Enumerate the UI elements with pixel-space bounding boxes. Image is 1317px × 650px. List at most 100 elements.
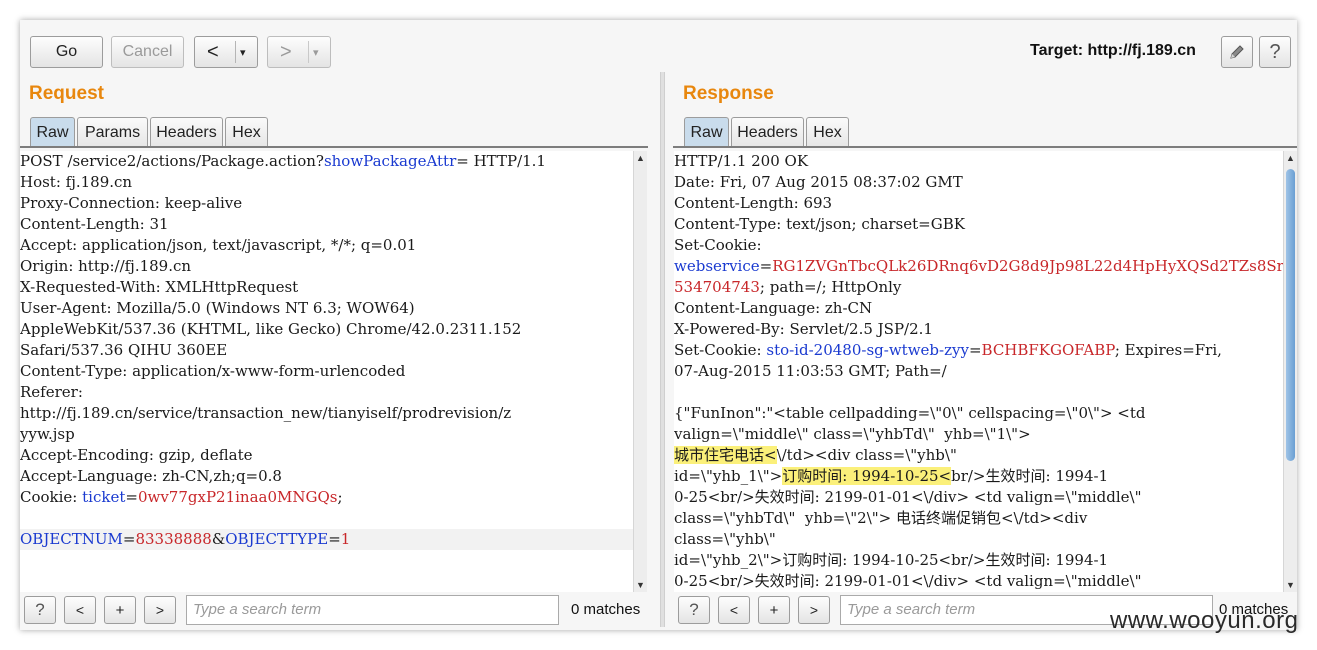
scroll-up-icon[interactable]: ▲ [634,151,647,165]
request-token: POST /service2/actions/Package.action? [20,152,324,170]
response-tab-raw[interactable]: Raw [684,117,729,147]
response-title: Response [683,83,774,104]
go-button[interactable]: Go [30,36,103,68]
request-token: Origin: http://fj.189.cn [20,257,192,275]
edit-target-button[interactable] [1221,36,1253,68]
request-search-input[interactable]: Type a search term [186,595,559,625]
response-token: class=\"yhb\" [674,530,776,548]
request-tab-params[interactable]: Params [77,117,148,147]
request-token: = [328,530,341,548]
burp-repeater-window: Go Cancel < ▾ > ▾ Target: http://fj.189.… [20,20,1297,630]
response-line: HTTP/1.1 200 OK [674,151,1283,172]
response-line: id=\"yhb_1\">订购时间: 1994-10-25<br/>生效时间: … [674,466,1283,487]
response-search-help-button[interactable]: ? [678,596,710,624]
request-token: 0wv77gxP21inaa0MNGQs [137,488,338,506]
response-line: 0-25<br/>失效时间: 2199-01-01<\/div> <td val… [674,571,1283,592]
response-token: sto-id-20480-sg-wtweb-zyy [766,341,969,359]
previous-icon: < [729,602,739,618]
response-editor[interactable]: HTTP/1.1 200 OK Date: Fri, 07 Aug 2015 08… [674,151,1283,592]
request-line: yyw.jsp [20,424,633,445]
response-token: = [968,341,982,359]
forward-dropdown-icon[interactable]: ▾ [313,46,319,59]
response-token: 534704743 [674,278,760,296]
response-line: Set-Cookie: [674,235,1283,256]
request-search-prev-button[interactable]: < [64,596,96,624]
back-arrow-icon: < [207,40,219,63]
request-line: Origin: http://fj.189.cn [20,256,633,277]
request-token: ticket [82,488,126,506]
request-token: Referer: [20,383,83,401]
response-scrollbar[interactable]: ▲ ▼ [1283,151,1297,592]
response-token: X-Powered-By: Servlet/2.5 JSP/2.1 [674,320,933,338]
help-icon: ? [689,600,699,619]
response-token: ; path=/; HttpOnly [759,278,902,296]
scroll-thumb[interactable] [1286,169,1295,461]
response-token: {"FunInon":"<table cellpadding=\"0\" cel… [674,404,1146,422]
response-line: valign=\"middle\" class=\"yhbTd\" yhb=\"… [674,424,1283,445]
plus-icon: + [769,601,779,619]
scroll-down-icon[interactable]: ▼ [634,578,647,592]
request-line: Proxy-Connection: keep-alive [20,193,633,214]
request-line: Cookie: ticket=0wv77gxP21inaa0MNGQs; [20,487,633,508]
response-line: Content-Type: text/json; charset=GBK [674,214,1283,235]
response-line: Content-Language: zh-CN [674,298,1283,319]
request-token: = [122,530,136,548]
response-token: id=\"yhb_2\">订购时间: 1994-10-25<br/>生效时间: … [674,551,1109,569]
scroll-up-icon[interactable]: ▲ [1284,151,1297,165]
request-token: Safari/537.36 QIHU 360EE [20,341,228,359]
response-token: class=\"yhbTd\" yhb=\"2\"> 电话终端促销包<\/td>… [674,509,1088,527]
response-line: class=\"yhbTd\" yhb=\"2\"> 电话终端促销包<\/td>… [674,508,1283,529]
response-token: RG1ZVGnTbcQLk26DRnq6vD2G8d9Jp98L22d4HpHy… [772,257,1283,275]
back-dropdown-icon[interactable]: ▾ [240,46,246,59]
response-token: Date: Fri, 07 Aug 2015 08:37:02 GMT [674,173,963,191]
scroll-down-icon[interactable]: ▼ [1284,578,1297,592]
response-token: valign=\"middle\" class=\"yhbTd\" yhb=\"… [674,425,1031,443]
request-scrollbar[interactable]: ▲ ▼ [633,151,647,592]
request-tab-hex[interactable]: Hex [225,117,268,147]
response-token: br/>生效时间: 1994-1 [951,467,1109,485]
response-search-add-button[interactable]: + [758,596,790,624]
response-token: Set-Cookie: [674,236,762,254]
request-token: AppleWebKit/537.36 (KHTML, like Gecko) C… [20,320,522,338]
response-line: id=\"yhb_2\">订购时间: 1994-10-25<br/>生效时间: … [674,550,1283,571]
request-token: = [125,488,138,506]
forward-button[interactable]: > ▾ [267,36,331,68]
request-token: Accept-Encoding: gzip, deflate [20,446,253,464]
response-token: id=\"yhb_1\"> [674,467,783,485]
response-token: ; Expires=Fri, [1114,341,1222,359]
response-token: BCHBFKGOFABP [981,341,1115,359]
response-token: 0-25<br/>失效时间: 2199-01-01<\/div> <td val… [674,488,1142,506]
response-tab-hex[interactable]: Hex [806,117,849,147]
response-search-prev-button[interactable]: < [718,596,750,624]
request-line: Safari/537.36 QIHU 360EE [20,340,633,361]
request-tab-raw[interactable]: Raw [30,117,75,147]
request-token: ; [337,488,343,506]
request-line: Accept-Language: zh-CN,zh;q=0.8 [20,466,633,487]
cancel-button[interactable]: Cancel [111,36,184,68]
split-pane-divider[interactable] [660,72,665,627]
request-line: User-Agent: Mozilla/5.0 (Windows NT 6.3;… [20,298,633,319]
request-token: & [211,530,226,548]
request-search-matches: 0 matches [571,601,641,618]
watermark: www.wooyun.org [1110,607,1299,634]
response-line: Content-Length: 693 [674,193,1283,214]
back-button[interactable]: < ▾ [194,36,258,68]
help-icon: ? [35,600,45,619]
response-search-next-button[interactable]: > [798,596,830,624]
response-token: 订购时间: 1994-10-25< [782,467,952,485]
request-tab-headers[interactable]: Headers [150,117,223,147]
response-tab-headers[interactable]: Headers [731,117,804,147]
request-search-next-button[interactable]: > [144,596,176,624]
request-token: Content-Length: 31 [20,215,169,233]
response-line: Date: Fri, 07 Aug 2015 08:37:02 GMT [674,172,1283,193]
help-button[interactable]: ? [1259,36,1291,68]
request-line: Accept-Encoding: gzip, deflate [20,445,633,466]
help-icon: ? [1269,40,1281,63]
request-editor[interactable]: POST /service2/actions/Package.action?sh… [20,151,633,592]
button-separator [235,41,236,63]
request-search-help-button[interactable]: ? [24,596,56,624]
request-token: Host: fj.189.cn [20,173,133,191]
response-line: class=\"yhb\" [674,529,1283,550]
response-token: Content-Type: text/json; charset=GBK [674,215,965,233]
request-search-add-button[interactable]: + [104,596,136,624]
